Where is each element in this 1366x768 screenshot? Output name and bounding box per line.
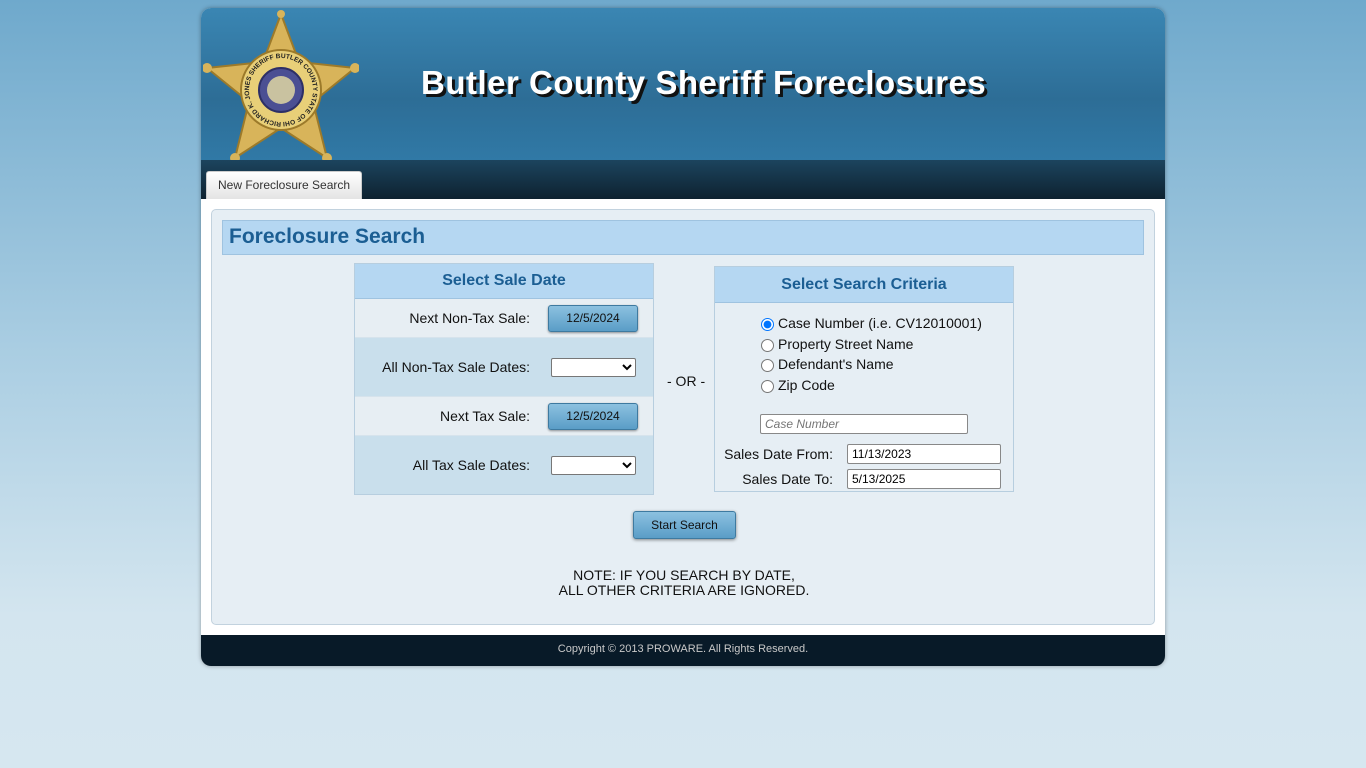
radio-input[interactable] [761, 359, 774, 372]
radio-label: Defendant's Name [778, 355, 894, 372]
next-non-tax-sale-button[interactable]: 12/5/2024 [548, 304, 638, 332]
radio-case-number[interactable]: Case Number (i.e. CV12010001) [761, 314, 982, 331]
all-non-tax-label: All Non-Tax Sale Dates: [382, 359, 530, 375]
page-container: RICHARD K. JONES SHERIFF BUTLER COUNTY S… [201, 8, 1165, 666]
radio-label: Property Street Name [778, 335, 914, 352]
start-search-button[interactable]: Start Search [633, 511, 736, 539]
next-tax-label: Next Tax Sale: [439, 408, 530, 424]
nav-bar: New Foreclosure Search [201, 160, 1165, 199]
radio-defendant-name[interactable]: Defendant's Name [761, 355, 894, 372]
case-number-input[interactable] [760, 414, 968, 434]
next-tax-sale-button[interactable]: 12/5/2024 [548, 402, 638, 430]
page-title: Foreclosure Search [222, 220, 1144, 255]
tax-sale-dates-select[interactable] [551, 455, 636, 475]
radio-property-street[interactable]: Property Street Name [761, 335, 913, 352]
sales-date-from-label: Sales Date From: [724, 446, 833, 462]
footer-copyright: Copyright © 2013 PROWARE. All Rights Res… [201, 635, 1165, 666]
criteria-heading: Select Search Criteria [715, 267, 1013, 303]
radio-input[interactable] [761, 339, 774, 352]
sales-date-to-input[interactable] [847, 469, 1001, 489]
header-banner: RICHARD K. JONES SHERIFF BUTLER COUNTY S… [201, 8, 1165, 162]
or-separator: - OR - [667, 373, 706, 389]
sheriff-badge-logo: RICHARD K. JONES SHERIFF BUTLER COUNTY S… [203, 10, 359, 162]
all-non-tax-row: All Non-Tax Sale Dates: [355, 338, 653, 397]
note-line-1: NOTE: IF YOU SEARCH BY DATE, [573, 567, 795, 583]
note-line-2: ALL OTHER CRITERIA ARE IGNORED. [558, 582, 810, 598]
radio-zip-code[interactable]: Zip Code [761, 376, 835, 393]
next-non-tax-label: Next Non-Tax Sale: [409, 310, 530, 326]
search-criteria-section: Select Search Criteria Case Number (i.e.… [714, 266, 1014, 492]
sales-date-from-input[interactable] [847, 444, 1001, 464]
radio-input[interactable] [761, 318, 774, 331]
search-panel: Foreclosure Search Select Sale Date Next… [211, 209, 1155, 625]
radio-label: Zip Code [778, 376, 835, 393]
all-tax-row: All Tax Sale Dates: [355, 436, 653, 494]
sales-date-to-label: Sales Date To: [742, 471, 833, 487]
radio-label: Case Number (i.e. CV12010001) [778, 314, 982, 331]
site-title: Butler County Sheriff Foreclosures [421, 64, 987, 101]
next-non-tax-row: Next Non-Tax Sale: 12/5/2024 [355, 299, 653, 338]
all-tax-label: All Tax Sale Dates: [412, 457, 530, 473]
tab-new-foreclosure-search[interactable]: New Foreclosure Search [206, 171, 363, 199]
next-tax-row: Next Tax Sale: 12/5/2024 [355, 397, 653, 436]
search-note: NOTE: IF YOU SEARCH BY DATE, ALL OTHER C… [212, 568, 1156, 598]
radio-input[interactable] [761, 380, 774, 393]
sale-date-heading: Select Sale Date [355, 264, 653, 299]
non-tax-sale-dates-select[interactable] [551, 357, 636, 377]
sale-date-section: Select Sale Date Next Non-Tax Sale: 12/5… [354, 263, 654, 495]
